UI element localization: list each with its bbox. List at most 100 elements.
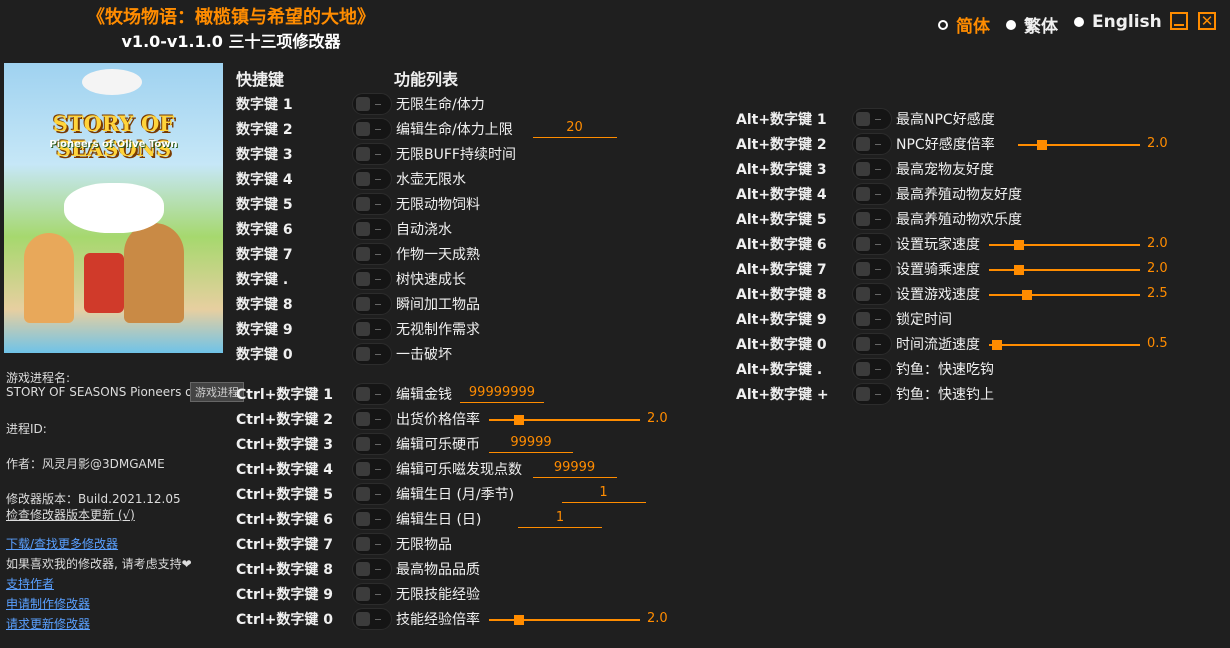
- feature-value-input[interactable]: 99999: [532, 460, 617, 478]
- feature-slider[interactable]: [489, 615, 640, 625]
- hotkey-label: 数字键 1: [236, 97, 293, 113]
- feature-toggle[interactable]: [352, 343, 392, 365]
- feature-toggle[interactable]: [352, 483, 392, 505]
- minimize-button[interactable]: [1170, 12, 1188, 30]
- feature-toggle[interactable]: [352, 508, 392, 530]
- feature-toggle[interactable]: [352, 93, 392, 115]
- feature-toggle[interactable]: [352, 558, 392, 580]
- toggle-knob: [356, 272, 370, 286]
- feature-toggle[interactable]: [852, 158, 892, 180]
- check-update-link[interactable]: 检查修改器版本更新 (√): [6, 506, 135, 523]
- toggle-dash-icon: [375, 619, 381, 620]
- feature-toggle[interactable]: [352, 533, 392, 555]
- version-text: 修改器版本：Build.2021.12.05: [6, 492, 181, 506]
- slider-thumb[interactable]: [514, 615, 525, 625]
- hotkey-label: Ctrl+数字键 2: [236, 412, 334, 428]
- feature-toggle[interactable]: [352, 583, 392, 605]
- feature-slider[interactable]: [989, 265, 1140, 275]
- feature-toggle[interactable]: [852, 233, 892, 255]
- slider-thumb[interactable]: [1021, 290, 1032, 300]
- feature-name: 编辑金钱: [396, 387, 452, 403]
- feature-toggle[interactable]: [352, 193, 392, 215]
- lang-traditional[interactable]: 繁体: [1006, 12, 1058, 37]
- feature-toggle[interactable]: [852, 358, 892, 380]
- feature-value-input[interactable]: 20: [532, 120, 617, 138]
- slider-value: 2.0: [1147, 261, 1168, 276]
- toggle-dash-icon: [875, 344, 881, 345]
- slider-thumb[interactable]: [991, 340, 1002, 350]
- feature-toggle[interactable]: [352, 408, 392, 430]
- feature-value-input[interactable]: 1: [561, 485, 646, 503]
- toggle-knob: [356, 197, 370, 211]
- feature-slider[interactable]: [989, 290, 1140, 300]
- feature-toggle[interactable]: [852, 133, 892, 155]
- feature-toggle[interactable]: [352, 293, 392, 315]
- feature-toggle[interactable]: [852, 258, 892, 280]
- toggle-knob: [356, 247, 370, 261]
- feature-slider[interactable]: [989, 240, 1140, 250]
- feature-name: 水壶无限水: [396, 172, 466, 188]
- support-author-link[interactable]: 支持作者: [6, 575, 54, 592]
- feature-name: 树快速成长: [396, 272, 466, 288]
- slider-thumb[interactable]: [1014, 265, 1025, 275]
- toggle-dash-icon: [375, 179, 381, 180]
- toggle-knob: [856, 137, 870, 151]
- feature-toggle[interactable]: [852, 308, 892, 330]
- toggle-dash-icon: [875, 169, 881, 170]
- feature-slider[interactable]: [489, 415, 640, 425]
- toggle-knob: [856, 112, 870, 126]
- feature-toggle[interactable]: [352, 118, 392, 140]
- download-link[interactable]: 下载/查找更多修改器: [6, 535, 118, 552]
- feature-toggle[interactable]: [352, 318, 392, 340]
- feature-toggle[interactable]: [352, 608, 392, 630]
- feature-toggle[interactable]: [352, 168, 392, 190]
- game-cover-image: STORY OF SEASONS Pioneers of Olive Town: [4, 63, 223, 353]
- feature-toggle[interactable]: [852, 208, 892, 230]
- toggle-dash-icon: [375, 594, 381, 595]
- feature-value-input[interactable]: 99999: [489, 435, 573, 453]
- feature-toggle[interactable]: [352, 243, 392, 265]
- feature-value-input[interactable]: 1: [518, 510, 602, 528]
- feature-name: 编辑可乐硬币: [396, 437, 480, 453]
- radio-icon: [1074, 17, 1084, 27]
- lang-english[interactable]: English: [1074, 12, 1162, 32]
- feature-toggle[interactable]: [352, 458, 392, 480]
- feature-toggle[interactable]: [852, 283, 892, 305]
- feature-toggle[interactable]: [352, 143, 392, 165]
- feature-toggle[interactable]: [352, 268, 392, 290]
- toggle-dash-icon: [875, 319, 881, 320]
- hotkey-label: Alt+数字键 4: [736, 187, 827, 203]
- slider-thumb[interactable]: [1014, 240, 1025, 250]
- slider-thumb[interactable]: [1037, 140, 1048, 150]
- request-make-link[interactable]: 申请制作修改器: [6, 595, 90, 612]
- hotkey-label: 数字键 7: [236, 247, 293, 263]
- slider-thumb[interactable]: [514, 415, 525, 425]
- hotkey-label: Ctrl+数字键 9: [236, 587, 334, 603]
- hotkey-label: Alt+数字键 .: [736, 362, 823, 378]
- feature-toggle[interactable]: [852, 108, 892, 130]
- toggle-dash-icon: [375, 229, 381, 230]
- hotkey-label: Ctrl+数字键 1: [236, 387, 334, 403]
- feature-name: 出货价格倍率: [396, 412, 480, 428]
- toggle-knob: [856, 387, 870, 401]
- feature-slider[interactable]: [989, 340, 1140, 350]
- author-text: 作者：风灵月影@3DMGAME: [6, 457, 165, 471]
- feature-name: 锁定时间: [896, 312, 952, 328]
- feature-slider[interactable]: [1018, 140, 1140, 150]
- feature-value-input[interactable]: 99999999: [460, 385, 544, 403]
- lang-simplified[interactable]: 简体: [938, 12, 990, 37]
- feature-toggle[interactable]: [852, 183, 892, 205]
- request-update-link[interactable]: 请求更新修改器: [6, 615, 90, 632]
- cover-logo: STORY OF SEASONS: [52, 111, 175, 161]
- toggle-knob: [356, 297, 370, 311]
- toggle-knob: [856, 337, 870, 351]
- toggle-dash-icon: [375, 254, 381, 255]
- close-button[interactable]: ✕: [1198, 12, 1216, 30]
- feature-toggle[interactable]: [852, 333, 892, 355]
- feature-toggle[interactable]: [852, 383, 892, 405]
- hotkey-label: Alt+数字键 0: [736, 337, 827, 353]
- toggle-knob: [856, 212, 870, 226]
- feature-toggle[interactable]: [352, 383, 392, 405]
- feature-toggle[interactable]: [352, 433, 392, 455]
- feature-toggle[interactable]: [352, 218, 392, 240]
